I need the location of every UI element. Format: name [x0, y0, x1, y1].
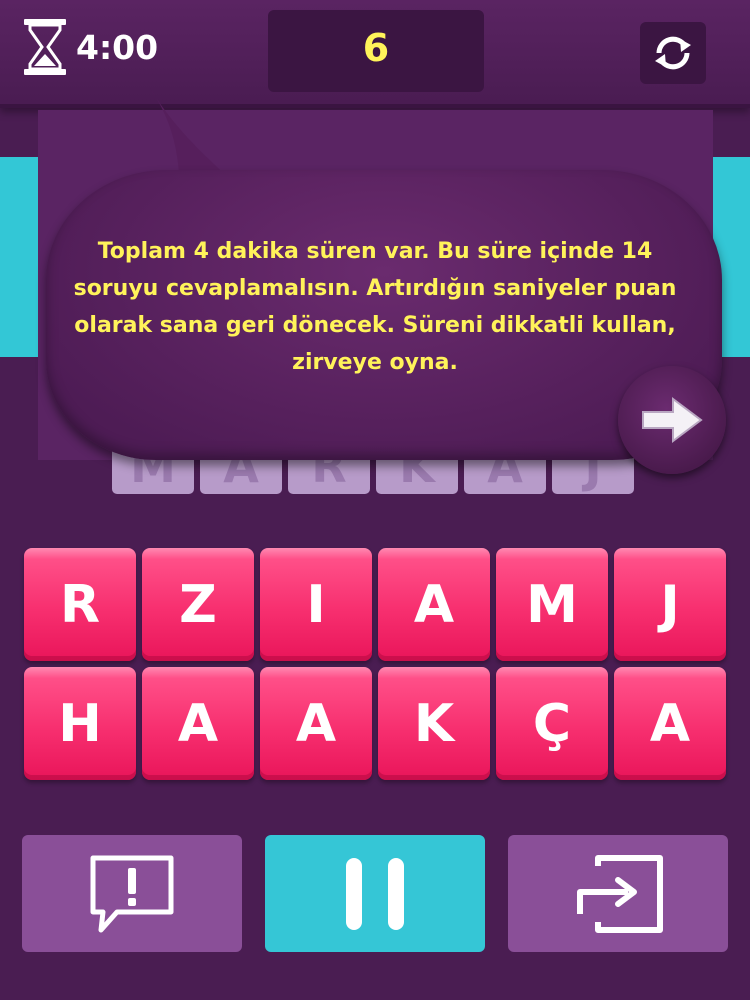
letter-tile[interactable]: J [614, 548, 726, 661]
tutorial-text: Toplam 4 dakika süren var. Bu süre içind… [73, 239, 677, 375]
letter-grid: R Z I A M J H A A K Ç A [24, 548, 726, 780]
hint-button[interactable] [22, 835, 242, 952]
letter-tile[interactable]: Ç [496, 667, 608, 780]
skip-button[interactable] [508, 835, 728, 952]
letter-tile[interactable]: Z [142, 548, 254, 661]
letter-tile[interactable]: A [378, 548, 490, 661]
top-bar: 4:00 6 [0, 0, 750, 108]
letter-tile[interactable]: A [142, 667, 254, 780]
refresh-icon [655, 36, 691, 70]
arrow-right-icon [642, 397, 703, 443]
timer-value: 4:00 [76, 27, 159, 67]
letter-tile[interactable]: I [260, 548, 372, 661]
timer: 4:00 [22, 18, 158, 76]
hourglass-icon [24, 19, 66, 75]
pause-button[interactable] [265, 835, 485, 952]
refresh-button[interactable] [640, 22, 706, 84]
letter-tile[interactable]: M [496, 548, 608, 661]
alert-speech-icon [90, 855, 174, 932]
score-box: 6 [268, 10, 484, 92]
letter-tile[interactable]: A [614, 667, 726, 780]
next-button[interactable] [618, 366, 726, 474]
letter-tile[interactable]: K [378, 667, 490, 780]
score-value: 6 [362, 26, 390, 70]
letter-tile[interactable]: H [24, 667, 136, 780]
letter-tile[interactable]: A [260, 667, 372, 780]
pause-icon [346, 857, 404, 930]
share-icon [577, 854, 663, 933]
letter-tile[interactable]: R [24, 548, 136, 661]
